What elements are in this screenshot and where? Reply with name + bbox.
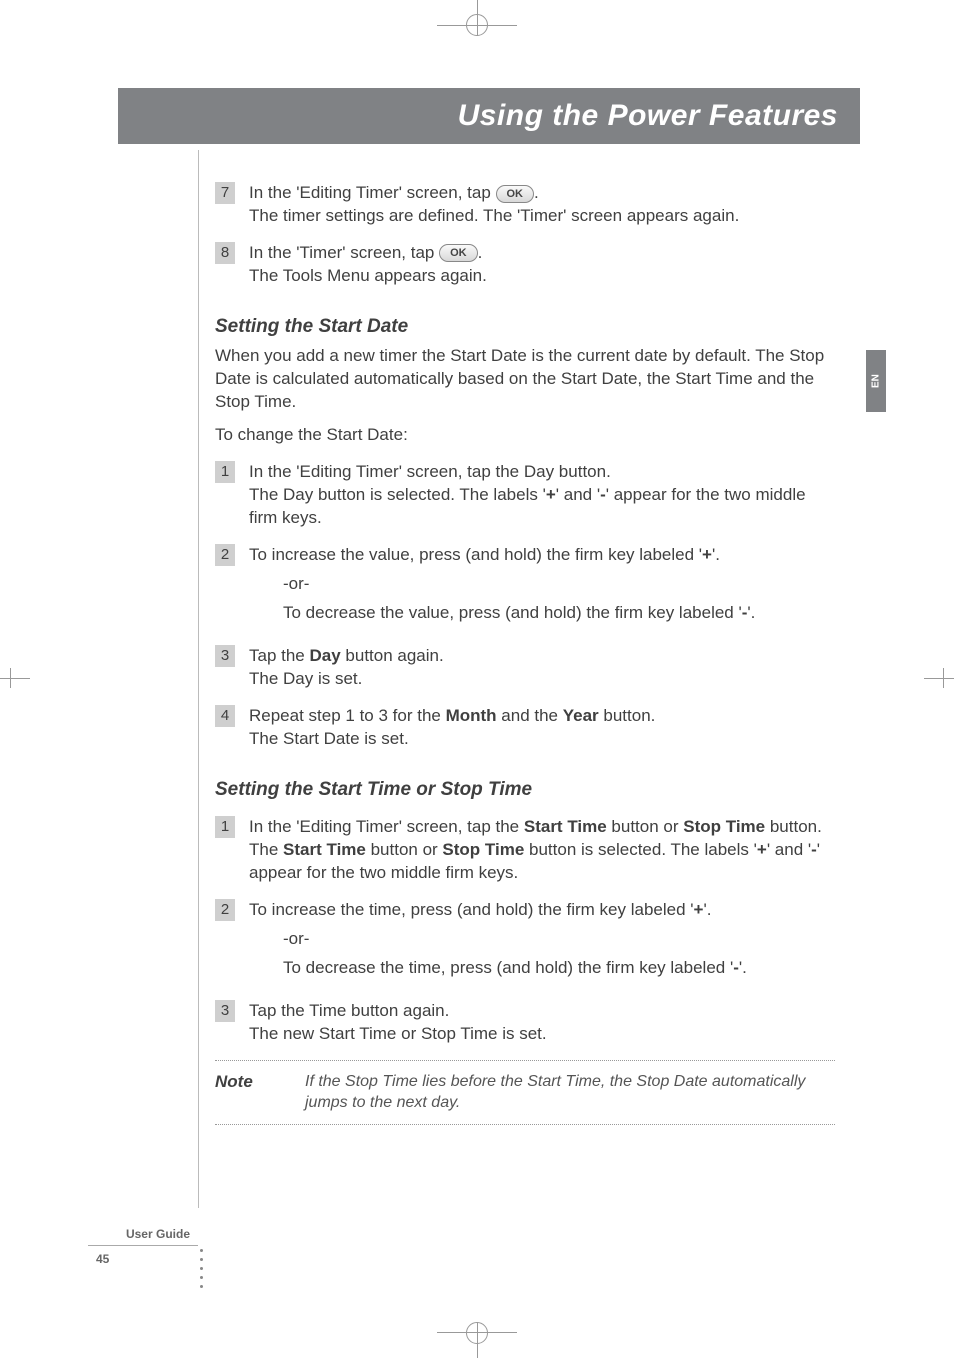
heading-start-stop-time: Setting the Start Time or Stop Time <box>215 777 835 803</box>
step-text: In the 'Timer' screen, tap <box>249 243 439 262</box>
step-text: To increase the time, press (and hold) t… <box>249 900 711 919</box>
note-text: If the Stop Time lies before the Start T… <box>305 1071 835 1114</box>
step-sub: The new Start Time or Stop Time is set. <box>249 1024 547 1043</box>
step-1: 1 In the 'Editing Timer' screen, tap the… <box>215 461 835 530</box>
step-8: 8 In the 'Timer' screen, tap OK. The Too… <box>215 242 835 288</box>
ok-button-icon: OK <box>439 244 478 262</box>
footer: User Guide 45 <box>88 1227 198 1266</box>
step-text: Tap the Time button again. <box>249 1001 449 1020</box>
step-3b: 3 Tap the Time button again. The new Sta… <box>215 1000 835 1046</box>
chapter-header: Using the Power Features <box>118 88 860 144</box>
crop-mark-left <box>0 678 34 680</box>
step-1b: 1 In the 'Editing Timer' screen, tap the… <box>215 816 835 885</box>
step-number: 4 <box>215 705 235 727</box>
step-sub: The timer settings are defined. The 'Tim… <box>249 206 739 225</box>
crop-mark-top <box>437 0 517 36</box>
step-alt: To decrease the value, press (and hold) … <box>283 602 835 625</box>
step-sub: The Day is set. <box>249 669 362 688</box>
step-text: Repeat step 1 to 3 for the Month and the… <box>249 706 655 725</box>
page: Using the Power Features EN 7 In the 'Ed… <box>0 0 954 1358</box>
paragraph: To change the Start Date: <box>215 424 835 447</box>
or-separator: -or- <box>283 573 835 596</box>
step-text: In the 'Editing Timer' screen, tap <box>249 183 496 202</box>
ok-button-icon: OK <box>496 185 535 203</box>
note-label: Note <box>215 1071 275 1114</box>
step-text: In the 'Editing Timer' screen, tap the S… <box>249 817 822 836</box>
step-text: To increase the value, press (and hold) … <box>249 545 720 564</box>
step-sub: The Day button is selected. The labels '… <box>249 485 806 527</box>
paragraph: When you add a new timer the Start Date … <box>215 345 835 414</box>
step-number: 1 <box>215 461 235 483</box>
heading-start-date: Setting the Start Date <box>215 314 835 340</box>
step-sub: The Start Time button or Stop Time butto… <box>249 840 820 882</box>
crop-mark-bottom <box>437 1322 517 1358</box>
footer-guide-label: User Guide <box>88 1227 198 1246</box>
step-3: 3 Tap the Day button again. The Day is s… <box>215 645 835 691</box>
step-sub: The Start Date is set. <box>249 729 409 748</box>
step-text: Tap the Day button again. <box>249 646 444 665</box>
left-margin-rule <box>198 150 199 1208</box>
note-box: Note If the Stop Time lies before the St… <box>215 1060 835 1125</box>
step-number: 8 <box>215 242 235 264</box>
step-7: 7 In the 'Editing Timer' screen, tap OK.… <box>215 182 835 228</box>
step-sub: The Tools Menu appears again. <box>249 266 487 285</box>
step-number: 3 <box>215 1000 235 1022</box>
language-tab: EN <box>866 350 886 412</box>
step-text: In the 'Editing Timer' screen, tap the D… <box>249 462 611 481</box>
content-area: 7 In the 'Editing Timer' screen, tap OK.… <box>215 168 835 1125</box>
step-number: 3 <box>215 645 235 667</box>
crop-mark-right <box>920 678 954 680</box>
step-punct: . <box>534 183 539 202</box>
footer-page-number: 45 <box>88 1252 198 1266</box>
step-alt: To decrease the time, press (and hold) t… <box>283 957 835 980</box>
step-number: 2 <box>215 544 235 566</box>
step-punct: . <box>478 243 483 262</box>
step-number: 2 <box>215 899 235 921</box>
step-4: 4 Repeat step 1 to 3 for the Month and t… <box>215 705 835 751</box>
chapter-title: Using the Power Features <box>458 99 838 133</box>
step-2b: 2 To increase the time, press (and hold)… <box>215 899 835 986</box>
step-number: 7 <box>215 182 235 204</box>
step-2: 2 To increase the value, press (and hold… <box>215 544 835 631</box>
step-number: 1 <box>215 816 235 838</box>
footer-dots <box>200 1249 203 1288</box>
or-separator: -or- <box>283 928 835 951</box>
